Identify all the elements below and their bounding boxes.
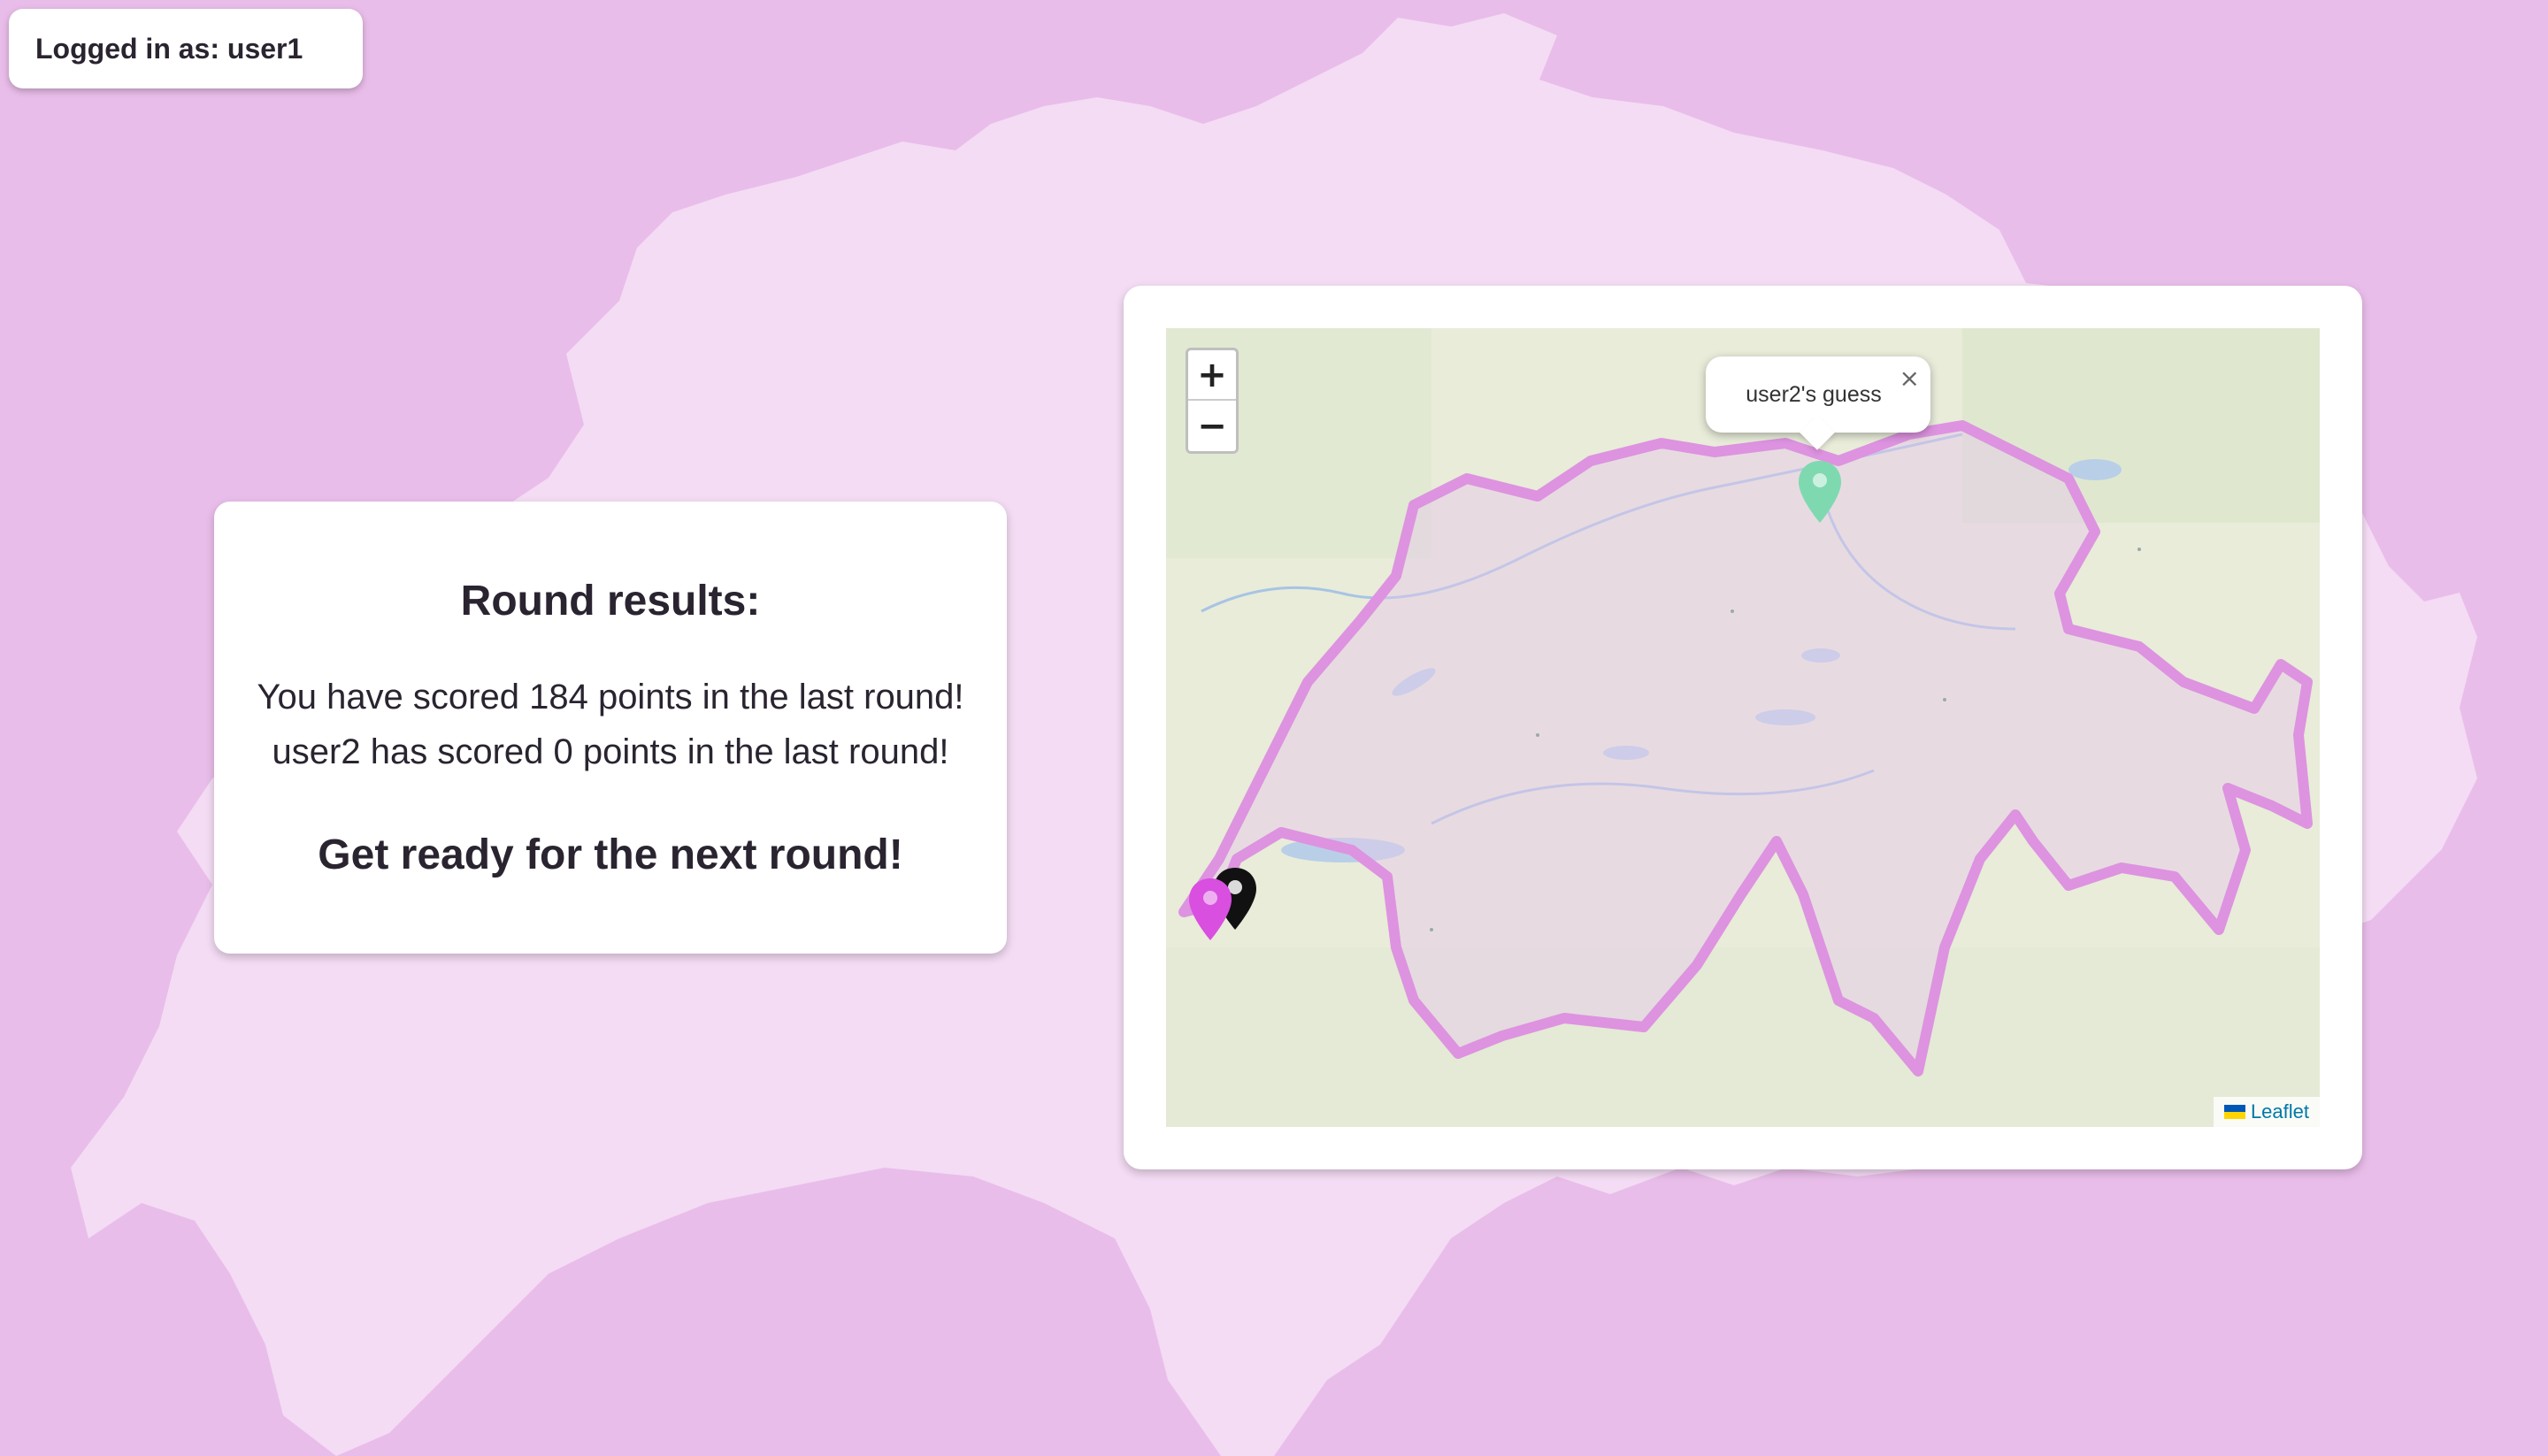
map-card: + − user2's guess × Leaflet xyxy=(1124,286,2362,1169)
ukraine-flag-icon xyxy=(2223,1105,2245,1119)
results-map[interactable]: + − user2's guess × Leaflet xyxy=(1166,328,2320,1127)
user2-guess-marker[interactable] xyxy=(1797,459,1843,526)
user2-score-line: user2 has scored 0 points in the last ro… xyxy=(272,732,949,771)
next-round-message: Get ready for the next round! xyxy=(318,831,903,878)
popup-close-button[interactable]: × xyxy=(1899,364,1920,393)
user1-guess-marker[interactable] xyxy=(1187,877,1233,944)
map-tiles xyxy=(1166,328,2320,1127)
results-title: Round results: xyxy=(460,578,761,625)
zoom-out-button[interactable]: − xyxy=(1188,401,1236,451)
logged-in-label: Logged in as: user1 xyxy=(35,32,303,65)
popup-label: user2's guess xyxy=(1746,381,1882,407)
leaflet-link[interactable]: Leaflet xyxy=(2251,1100,2309,1123)
map-attribution: Leaflet xyxy=(2213,1097,2320,1127)
zoom-in-button[interactable]: + xyxy=(1188,350,1236,401)
user1-score-line: You have scored 184 points in the last r… xyxy=(257,678,964,717)
round-results-card: Round results: You have scored 184 point… xyxy=(214,502,1007,954)
guess-popup: user2's guess × xyxy=(1706,356,1930,450)
zoom-control: + − xyxy=(1186,348,1239,454)
logged-in-badge: Logged in as: user1 xyxy=(9,9,363,88)
